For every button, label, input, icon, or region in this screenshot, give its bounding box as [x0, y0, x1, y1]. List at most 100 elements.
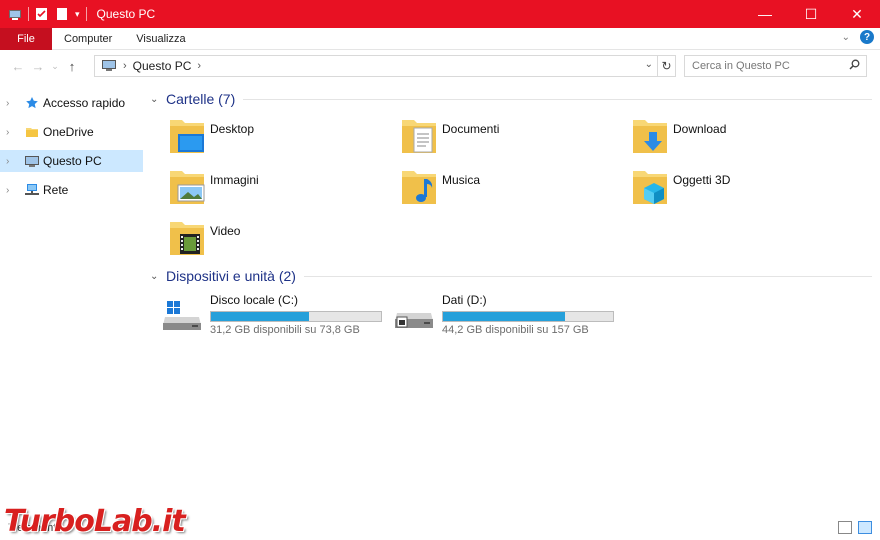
folder-immagini[interactable]: Immagini	[150, 167, 370, 211]
computer-icon[interactable]	[8, 7, 22, 21]
details-view-icon[interactable]	[838, 521, 852, 534]
breadcrumb-questo-pc[interactable]: Questo PC	[133, 59, 192, 73]
folder-name: Video	[210, 224, 241, 238]
folders-group-title: Cartelle (7)	[166, 91, 236, 107]
sidebar-item-label: Questo PC	[43, 154, 102, 168]
toolbar-separator	[85, 7, 87, 21]
folder-name: Download	[673, 122, 727, 136]
tab-file[interactable]: File	[0, 27, 52, 50]
folder-desktop[interactable]: Desktop	[150, 116, 370, 160]
back-button[interactable]: ←	[8, 59, 28, 74]
expand-ribbon-icon[interactable]: ⌄	[842, 32, 850, 43]
forward-button[interactable]: →	[28, 59, 48, 74]
collapse-chevron-icon[interactable]: ⌄	[150, 94, 166, 105]
hard-drive-icon	[394, 299, 434, 331]
ribbon-right-controls: ⌄ ?	[842, 30, 874, 44]
sidebar-item-label: Accesso rapido	[43, 96, 126, 110]
download-folder-icon	[631, 116, 669, 156]
expand-chevron-icon[interactable]: ›	[6, 127, 18, 138]
customize-toolbar-icon[interactable]: ▾	[75, 9, 80, 20]
folder-name: Desktop	[210, 122, 255, 136]
maximize-button[interactable]: ☐	[788, 0, 834, 28]
title-bar: ▾ Questo PC — ☐ ✕	[0, 0, 880, 28]
sidebar-item-label: Rete	[43, 183, 69, 197]
breadcrumb-chevron-icon: ›	[197, 60, 202, 72]
drive-c[interactable]: Disco locale (C:) 31,2 GB disponibili su…	[150, 291, 382, 336]
help-icon[interactable]: ?	[860, 30, 874, 44]
ribbon-tabs: File Computer Visualizza ⌄ ?	[0, 27, 880, 50]
view-buttons	[838, 521, 872, 534]
toolbar-separator	[28, 7, 29, 21]
sidebar-item-accesso-rapido[interactable]: › Accesso rapido	[0, 92, 143, 114]
group-divider	[243, 98, 872, 100]
tab-visualizza[interactable]: Visualizza	[124, 33, 197, 45]
drive-name: Dati (D:)	[442, 293, 487, 307]
network-icon	[24, 182, 40, 198]
folder-name: Musica	[442, 173, 481, 187]
drive-name: Disco locale (C:)	[210, 293, 299, 307]
search-icon[interactable]	[849, 59, 860, 73]
group-divider	[303, 275, 872, 277]
expand-chevron-icon[interactable]: ›	[6, 185, 18, 196]
folder-download[interactable]: Download	[613, 116, 833, 160]
up-button[interactable]: ↑	[62, 59, 82, 74]
refresh-icon: ↻	[661, 59, 672, 73]
close-button[interactable]: ✕	[834, 0, 880, 28]
star-pin-icon	[24, 95, 40, 111]
properties-icon[interactable]	[35, 7, 49, 21]
folders-group-header[interactable]: ⌄ Cartelle (7)	[150, 88, 872, 110]
video-folder-icon	[168, 218, 206, 258]
recent-locations-button[interactable]: ⌄	[48, 61, 62, 72]
drives-group-header[interactable]: ⌄ Dispositivi e unità (2)	[150, 265, 872, 287]
refresh-button[interactable]: ↻	[658, 55, 676, 77]
drive-usage-bar	[442, 311, 614, 322]
address-bar[interactable]: › Questo PC › ⌄	[94, 55, 658, 77]
folder-name: Immagini	[210, 173, 259, 187]
search-input[interactable]	[692, 60, 842, 72]
drives-group-title: Dispositivi e unità (2)	[166, 268, 296, 284]
pictures-folder-icon	[168, 167, 206, 207]
folder-name: Documenti	[442, 122, 500, 136]
drive-space-info: 31,2 GB disponibili su 73,8 GB	[210, 324, 360, 336]
expand-chevron-icon[interactable]: ›	[6, 156, 18, 167]
sidebar-item-onedrive[interactable]: › OneDrive	[0, 121, 143, 143]
address-dropdown-icon[interactable]: ⌄	[645, 59, 653, 70]
folder-icon	[24, 124, 40, 140]
collapse-chevron-icon[interactable]: ⌄	[150, 271, 166, 282]
window-controls: — ☐ ✕	[742, 0, 880, 28]
desktop-folder-icon	[168, 116, 206, 156]
folder-oggetti-3d[interactable]: Oggetti 3D	[613, 167, 833, 211]
folders-grid: Desktop Documenti Download Immagini Musi…	[150, 110, 872, 265]
drive-d[interactable]: Dati (D:) 44,2 GB disponibili su 157 GB	[382, 291, 614, 336]
drive-space-info: 44,2 GB disponibili su 157 GB	[442, 324, 589, 336]
drive-usage-bar	[210, 311, 382, 322]
watermark-logo: TurboLab.it	[4, 504, 186, 539]
folder-video[interactable]: Video	[150, 218, 370, 262]
navigation-pane: › Accesso rapido › OneDrive › Questo PC …	[0, 92, 143, 512]
windows-drive-icon	[162, 299, 202, 331]
new-folder-icon[interactable]	[55, 7, 69, 21]
breadcrumb-chevron-icon: ›	[123, 60, 127, 72]
music-folder-icon	[400, 167, 438, 207]
quick-access-toolbar: ▾	[0, 0, 87, 28]
computer-icon	[101, 58, 117, 75]
folder-documenti[interactable]: Documenti	[382, 116, 602, 160]
content-pane: ⌄ Cartelle (7) Desktop Documenti Downloa…	[150, 88, 872, 508]
navigation-bar: ← → ⌄ ↑ › Questo PC › ⌄ ↻	[0, 51, 880, 81]
sidebar-item-rete[interactable]: › Rete	[0, 179, 143, 201]
folder-musica[interactable]: Musica	[382, 167, 602, 211]
minimize-button[interactable]: —	[742, 0, 788, 28]
3d-objects-folder-icon	[631, 167, 669, 207]
folder-name: Oggetti 3D	[673, 173, 731, 187]
search-box[interactable]	[684, 55, 867, 77]
drive-usage-fill	[211, 312, 310, 321]
sidebar-item-label: OneDrive	[43, 125, 94, 139]
tab-computer[interactable]: Computer	[52, 33, 124, 45]
sidebar-item-questo-pc[interactable]: › Questo PC	[0, 150, 143, 172]
window-title: Questo PC	[96, 7, 156, 21]
computer-icon	[24, 153, 40, 169]
expand-chevron-icon[interactable]: ›	[6, 98, 18, 109]
drives-grid: Disco locale (C:) 31,2 GB disponibili su…	[150, 287, 872, 347]
drive-usage-fill	[443, 312, 566, 321]
large-icons-view-icon[interactable]	[858, 521, 872, 534]
